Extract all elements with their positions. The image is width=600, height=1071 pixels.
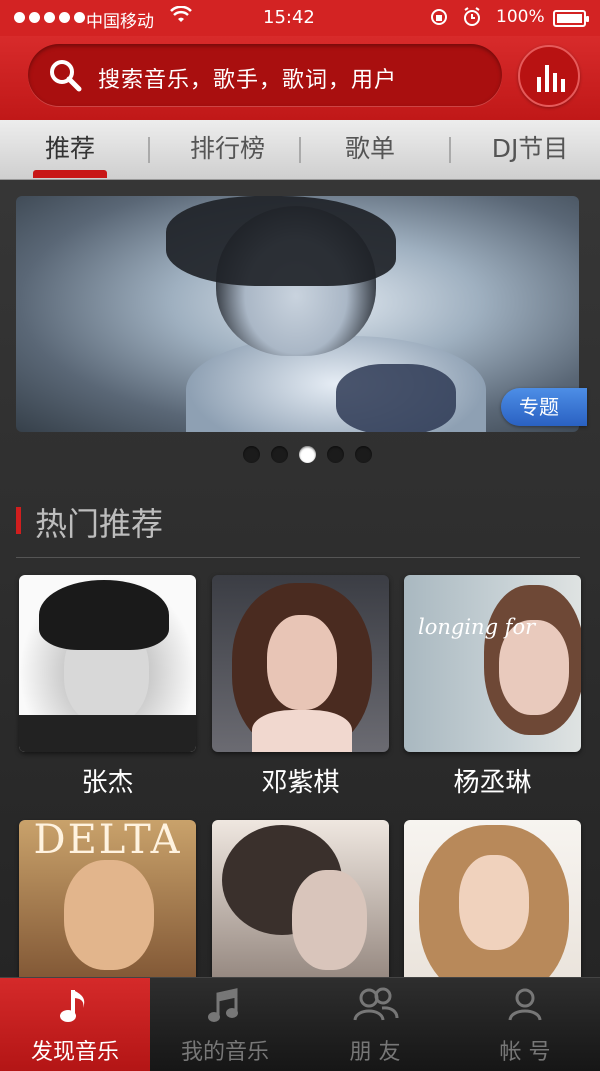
page-dot[interactable]	[243, 446, 260, 463]
artist-name[interactable]: 张杰	[19, 762, 196, 799]
equalizer-icon	[537, 65, 565, 92]
tab-divider	[299, 137, 301, 163]
page-dot[interactable]	[271, 446, 288, 463]
topic-badge[interactable]: 专题	[501, 388, 587, 426]
tab-divider	[148, 137, 150, 163]
friends-icon	[352, 986, 400, 1026]
double-note-icon	[207, 986, 243, 1026]
carrier-label: 中国移动	[86, 12, 154, 32]
search-icon	[48, 58, 82, 96]
nav-my-music[interactable]: 我的音乐	[150, 978, 300, 1071]
section-title: 热门推荐	[35, 505, 164, 543]
nav-label: 帐 号	[499, 1040, 551, 1065]
app-header: 搜索音乐，歌手，歌词，用户	[0, 36, 600, 120]
artist-card[interactable]	[212, 575, 389, 752]
section-divider	[16, 557, 580, 558]
artist-card[interactable]: longing for	[404, 575, 581, 752]
artist-name[interactable]: 邓紫棋	[212, 762, 389, 799]
wifi-icon	[170, 5, 192, 29]
album-cover-text: DELTA	[33, 820, 182, 863]
search-placeholder: 搜索音乐，歌手，歌词，用户	[98, 68, 398, 93]
banner-page-indicator	[243, 446, 372, 463]
active-tab-indicator	[33, 170, 107, 178]
status-bar: 中国移动 15:42 100%	[0, 0, 600, 36]
tab-playlists[interactable]: 歌单	[320, 120, 420, 180]
alarm-icon	[463, 7, 481, 32]
music-note-icon	[57, 986, 93, 1026]
page-dot[interactable]	[327, 446, 344, 463]
artist-name[interactable]: 杨丞琳	[404, 762, 581, 799]
nav-label: 朋 友	[349, 1040, 401, 1065]
nav-discover-music[interactable]: 发现音乐	[0, 978, 150, 1071]
account-icon	[507, 986, 543, 1026]
artist-card[interactable]	[19, 575, 196, 752]
battery-level	[557, 14, 582, 23]
battery-percent: 100%	[496, 7, 545, 27]
category-tabs: 推荐 排行榜 歌单 DJ节目	[0, 120, 600, 180]
tab-divider	[449, 137, 451, 163]
artist-card[interactable]	[212, 820, 389, 997]
section-marker	[16, 507, 21, 534]
signal-strength-icon	[14, 12, 85, 23]
nav-friends[interactable]: 朋 友	[300, 978, 450, 1071]
nav-label: 我的音乐	[180, 1040, 269, 1065]
tab-dj-programs[interactable]: DJ节目	[470, 120, 590, 180]
app-screen: 中国移动 15:42 100% 搜索音乐，歌手，歌词，用户 推荐 排行榜 歌单 …	[0, 0, 600, 1071]
battery-icon	[553, 10, 589, 27]
artist-card[interactable]: DELTA	[19, 820, 196, 997]
rotation-lock-icon	[430, 7, 448, 32]
now-playing-button[interactable]	[518, 45, 580, 107]
bottom-navigation: 发现音乐 我的音乐 朋 友 帐 号	[0, 977, 600, 1071]
search-field[interactable]: 搜索音乐，歌手，歌词，用户	[28, 44, 502, 106]
page-dot-active[interactable]	[299, 446, 316, 463]
page-dot[interactable]	[355, 446, 372, 463]
clock: 15:42	[263, 7, 315, 28]
album-cover-text: longing for	[418, 615, 536, 639]
artist-card[interactable]	[404, 820, 581, 997]
nav-account[interactable]: 帐 号	[450, 978, 600, 1071]
nav-label: 发现音乐	[30, 1040, 119, 1065]
featured-banner[interactable]	[16, 196, 579, 432]
tab-charts[interactable]: 排行榜	[165, 120, 290, 180]
